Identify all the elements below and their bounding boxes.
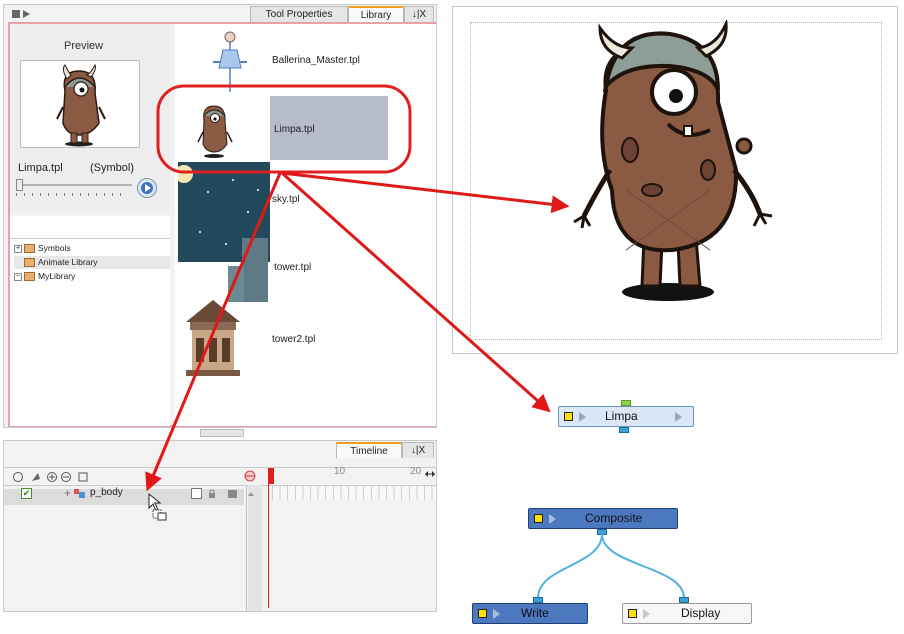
timeline-tool-icon[interactable] bbox=[78, 472, 88, 482]
folder-icon bbox=[24, 258, 35, 268]
tree-item-mylibrary[interactable]: − MyLibrary bbox=[14, 270, 75, 283]
node-enable-icon[interactable] bbox=[628, 609, 637, 618]
layer-enable-checkbox[interactable]: ✔ bbox=[21, 488, 32, 499]
folder-icon bbox=[24, 244, 35, 254]
preview-frame-slider[interactable] bbox=[16, 178, 134, 196]
timeline-zoom-icon[interactable] bbox=[424, 468, 436, 480]
preview-symbol-type: (Symbol) bbox=[90, 162, 135, 174]
tree-item-label: MyLibrary bbox=[38, 271, 76, 281]
frame-cells[interactable] bbox=[272, 486, 436, 500]
tree-item-animate-library[interactable]: Animate Library bbox=[14, 256, 170, 269]
limpa-character[interactable] bbox=[560, 18, 800, 302]
node-limpa-output-port[interactable] bbox=[619, 427, 629, 433]
layer-type-icon bbox=[74, 488, 86, 498]
tab-tool-properties[interactable]: Tool Properties bbox=[250, 6, 348, 22]
tower-image bbox=[228, 238, 268, 302]
template-thumb-limpa[interactable] bbox=[184, 98, 244, 160]
limpa-character-image bbox=[573, 18, 773, 301]
node-limpa[interactable]: Limpa bbox=[558, 406, 694, 427]
expand-icon[interactable]: + bbox=[14, 244, 22, 253]
template-label-tower[interactable]: tower.tpl bbox=[274, 262, 311, 273]
tree-item-symbols[interactable]: + Symbols bbox=[14, 242, 71, 255]
tower2-image bbox=[186, 300, 240, 376]
play-icon bbox=[141, 182, 153, 194]
timeline-tool-icon[interactable] bbox=[13, 472, 23, 482]
tab-timeline[interactable]: Timeline bbox=[336, 442, 402, 458]
node-cables bbox=[537, 533, 685, 599]
timeline-toolbar bbox=[12, 470, 142, 484]
node-arrow-icon bbox=[675, 412, 682, 422]
tab-dock-close[interactable]: ↓|X bbox=[404, 6, 434, 22]
node-composite-label: Composite bbox=[585, 511, 643, 525]
preview-symbol-name: Limpa.tpl bbox=[18, 162, 63, 174]
preview-thumbnail bbox=[20, 60, 140, 148]
library-tree: + Symbols Animate Library − MyLibrary bbox=[10, 216, 170, 426]
frame-number-10: 10 bbox=[334, 466, 346, 477]
onion-skin-icon[interactable] bbox=[243, 470, 257, 482]
timeline-window bbox=[3, 440, 437, 612]
ballerina-image bbox=[213, 31, 247, 92]
node-enable-icon[interactable] bbox=[478, 609, 487, 618]
template-thumb-ballerina[interactable] bbox=[205, 28, 255, 94]
tree-item-label: Symbols bbox=[38, 243, 71, 253]
add-layer-icon[interactable] bbox=[47, 472, 57, 482]
layer-expand-icon[interactable]: + bbox=[64, 486, 71, 500]
node-limpa-label: Limpa bbox=[605, 409, 638, 423]
node-display[interactable]: Display bbox=[622, 603, 752, 624]
limpa-preview-image bbox=[56, 63, 106, 147]
tab-timeline-dock-close[interactable]: ↓|X bbox=[402, 442, 434, 458]
template-label-ballerina[interactable]: Ballerina_Master.tpl bbox=[272, 55, 360, 66]
node-composite[interactable]: Composite bbox=[528, 508, 678, 529]
lock-icon[interactable] bbox=[208, 489, 216, 498]
template-label-limpa[interactable]: Limpa.tpl bbox=[274, 124, 315, 135]
node-arrow-icon bbox=[579, 412, 586, 422]
timeline-tool-icon[interactable] bbox=[32, 473, 40, 481]
panel-splitter-handle[interactable] bbox=[200, 429, 244, 437]
play-button[interactable] bbox=[137, 178, 157, 198]
node-display-label: Display bbox=[681, 606, 721, 620]
limpa-thumb-image bbox=[197, 105, 233, 158]
node-enable-icon[interactable] bbox=[564, 412, 573, 421]
node-arrow-icon bbox=[643, 609, 650, 619]
tab-library[interactable]: Library bbox=[348, 6, 404, 22]
playhead[interactable] bbox=[268, 468, 274, 484]
collapse-icon[interactable]: − bbox=[14, 272, 22, 281]
drag-cursor-icon bbox=[147, 492, 173, 522]
template-thumb-tower[interactable] bbox=[218, 236, 270, 304]
tree-filter-field[interactable] bbox=[10, 216, 170, 239]
layer-name[interactable]: p_body bbox=[90, 487, 123, 498]
node-arrow-icon bbox=[549, 514, 556, 524]
folder-icon bbox=[24, 272, 35, 282]
node-enable-icon[interactable] bbox=[534, 514, 543, 523]
preview-title: Preview bbox=[64, 40, 104, 52]
frame-number-20: 20 bbox=[410, 466, 422, 477]
node-write-label: Write bbox=[521, 606, 549, 620]
tree-item-label: Animate Library bbox=[38, 257, 98, 267]
playhead-line bbox=[268, 484, 269, 608]
window-menu-icon[interactable] bbox=[12, 9, 32, 22]
template-thumb-tower2[interactable] bbox=[180, 298, 246, 378]
template-label-tower2[interactable]: tower2.tpl bbox=[272, 334, 315, 345]
template-label-sky[interactable]: sky.tpl bbox=[272, 194, 300, 205]
remove-layer-icon[interactable] bbox=[61, 472, 71, 482]
node-arrow-icon bbox=[493, 609, 500, 619]
layer-color-swatch[interactable] bbox=[191, 488, 202, 499]
layer-view-icon[interactable] bbox=[228, 489, 237, 498]
scroll-up-icon[interactable] bbox=[246, 489, 256, 499]
slider-handle[interactable] bbox=[16, 179, 23, 191]
node-write[interactable]: Write bbox=[472, 603, 588, 624]
